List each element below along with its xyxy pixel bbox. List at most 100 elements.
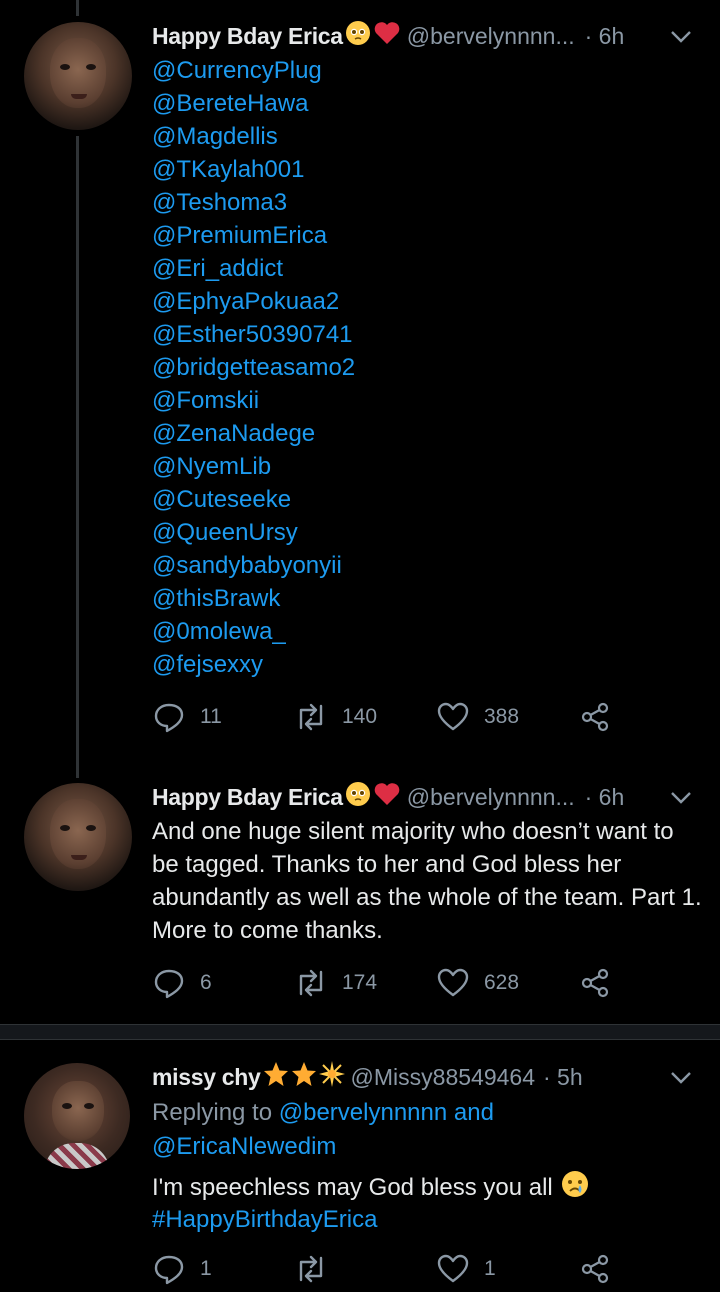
tweet-header: Happy Bday Erica @bervelynnnn... · 6h bbox=[152, 780, 624, 814]
like-count: 388 bbox=[484, 705, 520, 728]
like-button[interactable]: 1 bbox=[436, 1252, 496, 1286]
reply-count: 1 bbox=[200, 1257, 212, 1280]
mention-link[interactable]: @Eri_addict bbox=[152, 252, 355, 285]
handle[interactable]: @Missy88549464 bbox=[351, 1064, 535, 1091]
mention-link[interactable]: @Esther50390741 bbox=[152, 318, 355, 351]
reply-count: 6 bbox=[200, 971, 212, 994]
avatar-eye bbox=[86, 825, 96, 831]
timestamp[interactable]: · 5h bbox=[543, 1064, 583, 1091]
replying-to-line: Replying to @bervelynnnnn and @EricaNlew… bbox=[152, 1096, 692, 1164]
section-divider bbox=[0, 1024, 720, 1040]
mention-link[interactable]: @thisBrawk bbox=[152, 582, 355, 615]
mention-link[interactable]: @TKaylah001 bbox=[152, 153, 355, 186]
avatar-mouth bbox=[71, 855, 87, 860]
tweet-2[interactable]: Happy Bday Erica @bervelynnnn... · 6h An… bbox=[0, 780, 720, 1024]
red-heart-emoji bbox=[373, 781, 401, 813]
reply-button[interactable]: 1 bbox=[152, 1252, 212, 1286]
replying-to-user[interactable]: @bervelynnnnn bbox=[279, 1099, 447, 1126]
share-icon bbox=[581, 1254, 609, 1284]
display-name[interactable]: Happy Bday Erica bbox=[152, 23, 343, 50]
mention-link[interactable]: @Teshoma3 bbox=[152, 186, 355, 219]
thread-line-top bbox=[76, 0, 79, 16]
avatar-eye bbox=[86, 64, 96, 70]
mention-link[interactable]: @EphyaPokuaa2 bbox=[152, 285, 355, 318]
mention-link[interactable]: @Magdellis bbox=[152, 120, 355, 153]
avatar[interactable] bbox=[24, 22, 132, 130]
share-button[interactable] bbox=[578, 966, 612, 1000]
avatar[interactable] bbox=[24, 783, 132, 891]
share-icon bbox=[581, 702, 609, 732]
reply-icon bbox=[154, 1255, 184, 1285]
tweet-header: missy chy @Missy88549464 · 5h bbox=[152, 1060, 583, 1094]
avatar-eye bbox=[60, 825, 70, 831]
handle[interactable]: @bervelynnnn... bbox=[407, 23, 575, 50]
mention-link[interactable]: @ZenaNadege bbox=[152, 417, 355, 450]
like-count: 1 bbox=[484, 1257, 496, 1280]
like-count: 628 bbox=[484, 971, 520, 994]
chevron-down-icon[interactable] bbox=[668, 1064, 694, 1090]
star-emoji bbox=[263, 1061, 289, 1093]
mention-link[interactable]: @BereteHawa bbox=[152, 87, 355, 120]
like-button[interactable]: 388 bbox=[436, 700, 519, 734]
avatar-eye bbox=[84, 1103, 94, 1109]
mention-list: @CurrencyPlug @BereteHawa @Magdellis @TK… bbox=[152, 54, 355, 681]
retweet-button[interactable] bbox=[294, 1252, 328, 1286]
chevron-down-icon[interactable] bbox=[668, 23, 694, 49]
avatar-eye bbox=[62, 1103, 72, 1109]
hashtag-link[interactable]: #HappyBirthdayErica bbox=[152, 1203, 377, 1236]
like-icon bbox=[437, 968, 469, 997]
tweet-text: I'm speechless may God bless you all bbox=[152, 1173, 553, 1201]
tweet-1[interactable]: Happy Bday Erica @bervelynnnn... · 6h @C… bbox=[0, 0, 720, 780]
display-name[interactable]: Happy Bday Erica bbox=[152, 784, 343, 811]
tweet-actions: 6 174 628 bbox=[152, 966, 622, 1006]
like-button[interactable]: 628 bbox=[436, 966, 519, 1000]
tweet-text: And one huge silent majority who doesn’t… bbox=[152, 818, 702, 944]
avatar-shirt bbox=[44, 1143, 110, 1169]
thread-line bbox=[76, 136, 79, 778]
replying-to-user[interactable]: @EricaNlewedim bbox=[152, 1133, 336, 1160]
reply-button[interactable]: 6 bbox=[152, 966, 212, 1000]
mention-link[interactable]: @fejsexxy bbox=[152, 648, 355, 681]
mention-link[interactable]: @NyemLib bbox=[152, 450, 355, 483]
retweet-count: 174 bbox=[342, 971, 378, 994]
star-emoji bbox=[291, 1061, 317, 1093]
mention-link[interactable]: @PremiumErica bbox=[152, 219, 355, 252]
replying-to-and[interactable]: and bbox=[454, 1099, 494, 1126]
like-icon bbox=[437, 702, 469, 731]
pleading-face-emoji bbox=[345, 20, 371, 52]
share-button[interactable] bbox=[578, 1252, 612, 1286]
mention-link[interactable]: @sandybabyonyii bbox=[152, 549, 355, 582]
share-icon bbox=[581, 968, 609, 998]
share-button[interactable] bbox=[578, 700, 612, 734]
reply-icon bbox=[154, 703, 184, 733]
timestamp[interactable]: · 6h bbox=[585, 23, 625, 50]
retweet-icon bbox=[299, 1255, 323, 1283]
timestamp[interactable]: · 6h bbox=[585, 784, 625, 811]
mention-link[interactable]: @CurrencyPlug bbox=[152, 54, 355, 87]
replying-to-label: Replying to bbox=[152, 1099, 273, 1126]
reply-button[interactable]: 11 bbox=[152, 700, 222, 734]
avatar[interactable] bbox=[24, 1063, 130, 1169]
mention-link[interactable]: @0molewa_ bbox=[152, 615, 355, 648]
retweet-count: 140 bbox=[342, 705, 378, 728]
tweet-3[interactable]: missy chy @Missy88549464 · 5h Replying t… bbox=[0, 1040, 720, 1285]
display-name[interactable]: missy chy bbox=[152, 1064, 261, 1091]
reply-icon bbox=[154, 969, 184, 999]
mention-link[interactable]: @Cuteseeke bbox=[152, 483, 355, 516]
red-heart-emoji bbox=[373, 20, 401, 52]
avatar-mouth bbox=[71, 94, 87, 99]
chevron-down-icon[interactable] bbox=[668, 784, 694, 810]
mention-link[interactable]: @bridgetteasamo2 bbox=[152, 351, 355, 384]
tweet-text-line: I'm speechless may God bless you all bbox=[152, 1170, 589, 1207]
handle[interactable]: @bervelynnnn... bbox=[407, 784, 575, 811]
crying-face-emoji bbox=[561, 1170, 589, 1207]
avatar-face bbox=[52, 1081, 104, 1141]
sparkle-star-emoji bbox=[318, 1061, 345, 1093]
mention-link[interactable]: @Fomskii bbox=[152, 384, 355, 417]
mention-link[interactable]: @QueenUrsy bbox=[152, 516, 355, 549]
retweet-icon bbox=[299, 703, 323, 731]
tweet-actions: 1 1 bbox=[152, 1252, 622, 1292]
retweet-button[interactable]: 140 bbox=[294, 700, 377, 734]
pleading-face-emoji bbox=[345, 781, 371, 813]
retweet-button[interactable]: 174 bbox=[294, 966, 377, 1000]
